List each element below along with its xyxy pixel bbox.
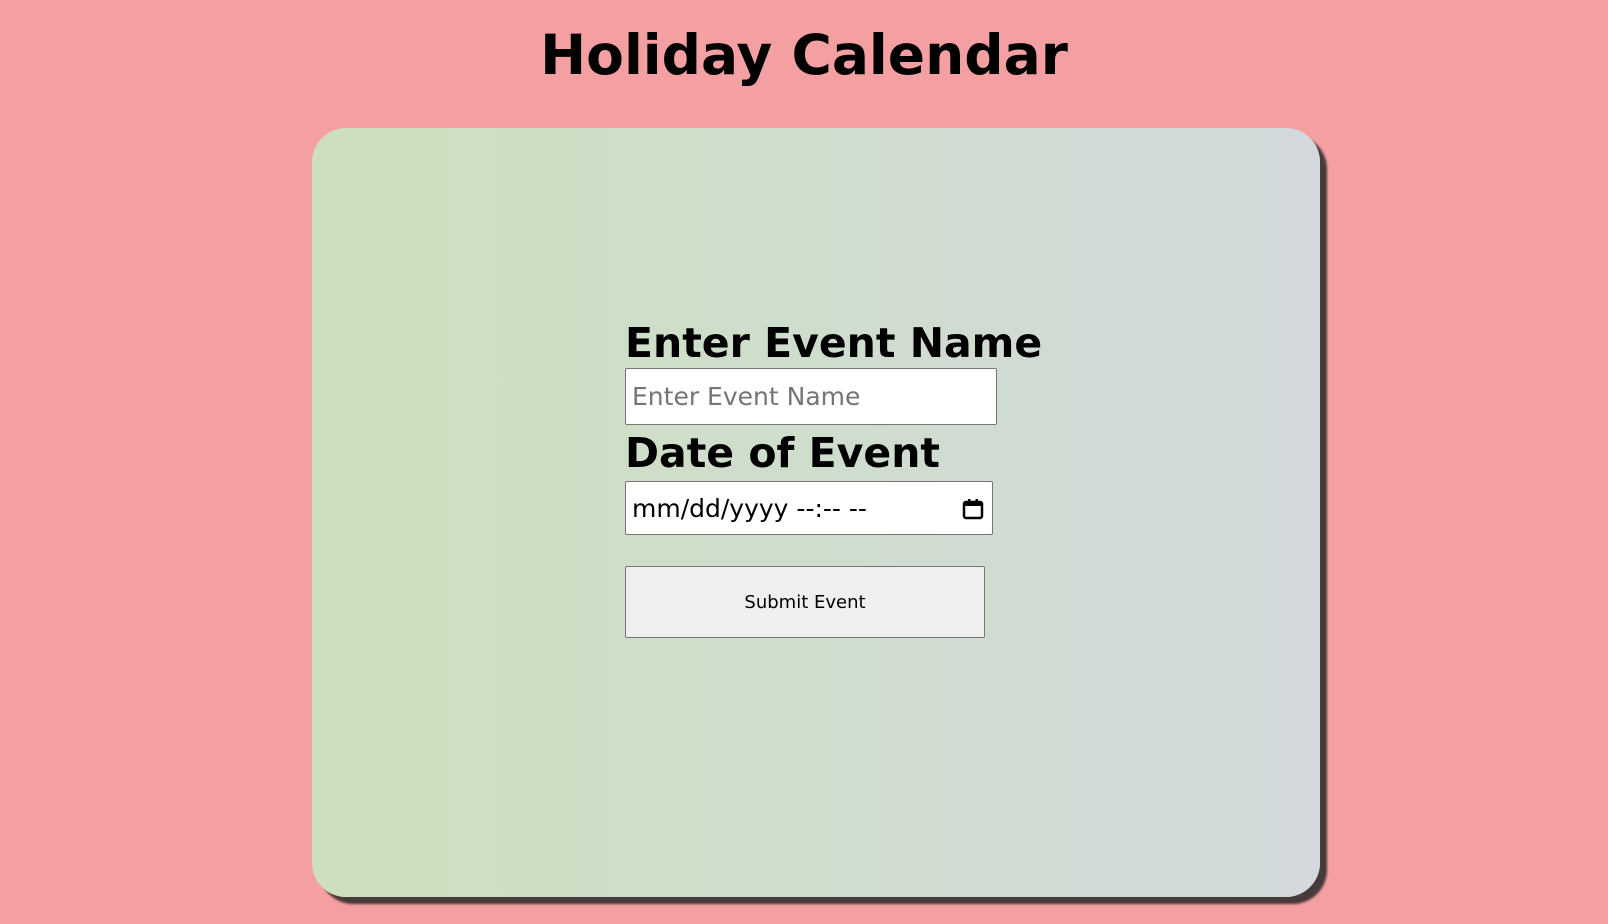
calendar-icon[interactable] <box>962 497 984 520</box>
event-date-input[interactable]: mm/dd/yyyy --:-- -- <box>625 481 993 535</box>
page-title: Holiday Calendar <box>540 23 1068 87</box>
event-name-label: Enter Event Name <box>625 319 1043 367</box>
event-form-card: Enter Event Name Date of Event mm/dd/yyy… <box>312 128 1320 897</box>
event-date-label: Date of Event <box>625 429 940 477</box>
event-date-placeholder: mm/dd/yyyy --:-- -- <box>632 493 867 523</box>
event-form: Enter Event Name Date of Event mm/dd/yyy… <box>625 318 1045 638</box>
submit-event-button[interactable]: Submit Event <box>625 566 985 638</box>
event-name-input[interactable] <box>625 368 997 425</box>
